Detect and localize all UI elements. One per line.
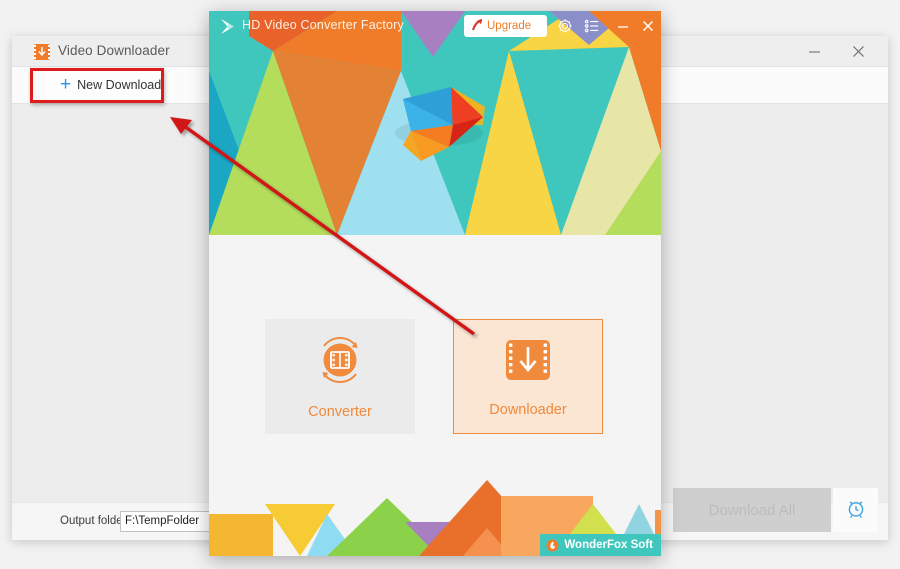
dialog-titlebar: HD Video Converter Factory Upgrade xyxy=(209,11,661,41)
wonderfox-flame-icon xyxy=(546,539,559,552)
wonderfox-brand-label: WonderFox Soft xyxy=(564,539,653,551)
download-film-icon xyxy=(34,44,50,60)
new-download-label: New Download xyxy=(77,78,162,92)
up-arrow-icon xyxy=(471,18,484,35)
converter-card[interactable]: Converter xyxy=(265,319,415,434)
dialog-title: HD Video Converter Factory xyxy=(242,18,404,32)
converter-card-label: Converter xyxy=(308,404,372,420)
dialog-footer-decoration: WonderFox Soft xyxy=(209,466,661,556)
dialog-banner xyxy=(209,11,661,235)
downloader-card[interactable]: Downloader xyxy=(453,319,603,434)
upgrade-label: Upgrade xyxy=(487,20,532,32)
bg-close-button[interactable] xyxy=(838,36,878,67)
download-all-label: Download All xyxy=(708,501,796,519)
dialog-close-button[interactable] xyxy=(637,15,659,37)
alarm-clock-icon xyxy=(845,497,867,524)
film-download-icon xyxy=(503,335,553,390)
dialog-body: Converter Downloader WonderFox Soft xyxy=(209,235,661,556)
alarm-schedule-button[interactable] xyxy=(833,488,878,532)
list-menu-icon[interactable] xyxy=(581,15,603,37)
downloader-card-label: Downloader xyxy=(489,402,567,418)
gear-icon[interactable] xyxy=(554,15,576,37)
download-all-button[interactable]: Download All xyxy=(673,488,831,532)
hd-video-converter-factory-dialog: HD Video Converter Factory Upgrade Conve… xyxy=(209,11,661,556)
upgrade-button[interactable]: Upgrade xyxy=(464,15,547,37)
plus-icon: + xyxy=(60,73,72,95)
dialog-minimize-button[interactable] xyxy=(612,15,634,37)
new-download-button[interactable]: + New Download xyxy=(46,67,174,103)
wonderfox-play-logo-icon xyxy=(217,17,237,36)
bg-minimize-button[interactable] xyxy=(794,36,834,67)
wonderfox-brand-badge: WonderFox Soft xyxy=(540,534,661,556)
screen: Video Downloader + New Download Output f… xyxy=(0,0,900,569)
video-downloader-title: Video Downloader xyxy=(58,43,170,58)
film-convert-circle-icon xyxy=(313,333,367,392)
